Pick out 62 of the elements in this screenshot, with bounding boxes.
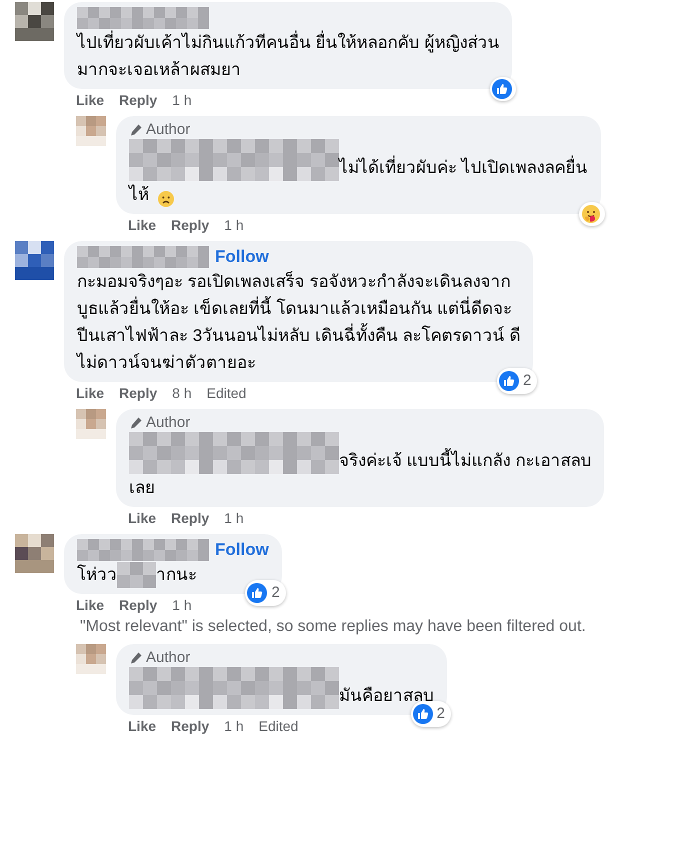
thumbs-up-icon (499, 370, 520, 391)
timestamp[interactable]: 1 h (224, 510, 244, 527)
comment-text: ไม่ได้เที่ยวผับค่ะ ไปเปิดเพลงลคยื่น (339, 154, 588, 181)
filter-notice: "Most relevant" is selected, so some replies may have been filtered out. (79, 617, 587, 637)
like-link[interactable]: Like (128, 217, 156, 234)
reaction-badge[interactable] (578, 202, 605, 226)
reaction-badge[interactable]: 2 (245, 580, 286, 606)
pixelated-avatar (76, 409, 106, 439)
comment-text: ากนะ (156, 564, 197, 586)
comment-text: ไม่ดาวน์จนฆ่าตัวตายอะ (77, 352, 256, 374)
badge-label: Author (146, 649, 190, 667)
reaction-count: 2 (523, 370, 532, 390)
pixelated-redaction (117, 562, 156, 588)
reply-link[interactable]: Reply (119, 385, 158, 402)
badge-label: Author (146, 121, 190, 139)
comment-text: ไปเที่ยวผับเค้าไม่กินแก้วทีคนอื่น ยื่นให้หลอกคับ ผู้หญิงส่วน (77, 29, 500, 56)
like-link[interactable]: Like (76, 385, 104, 402)
sad-emoji-icon (157, 190, 175, 208)
timestamp[interactable]: 1 h (172, 597, 192, 614)
edited-label: Edited (206, 385, 246, 402)
comment-text: ไห้ (129, 184, 149, 206)
pixelated-avatar (76, 116, 106, 146)
timestamp[interactable]: 1 h (224, 718, 244, 735)
timestamp[interactable]: 8 h (172, 385, 192, 402)
reply-link[interactable]: Reply (171, 718, 210, 735)
edited-label: Edited (258, 718, 298, 735)
timestamp[interactable]: 1 h (172, 92, 192, 109)
comment-text: บูธแล้วยื่นให้อะ เข็ดเลยที่นี้ โดนมาแล้วเหมือนกัน แต่นี่ดีดจะ (77, 295, 512, 322)
thumbs-up-icon (492, 79, 512, 99)
pixelated-avatar (76, 644, 106, 674)
pencil-icon (129, 123, 143, 137)
timestamp[interactable]: 1 h (224, 217, 244, 234)
badge-label: Author (146, 414, 190, 432)
reaction-badge[interactable] (490, 77, 516, 101)
reaction-badge[interactable]: 2 (497, 368, 538, 394)
comment-text: โห่วว (77, 564, 117, 586)
pixelated-avatar (15, 241, 54, 280)
comment-text: มากจะเจอเหล้าผสมยา (77, 59, 241, 81)
reaction-count: 2 (271, 582, 281, 602)
pencil-icon (129, 651, 143, 665)
like-link[interactable]: Like (128, 510, 156, 527)
reply-link[interactable]: Reply (119, 92, 158, 109)
comment-text: กะมอมจริงๆอะ รอเปิดเพลงเสร็จ รอจังหวะกำลังจะเดินลงจาก (77, 270, 510, 293)
reaction-count: 2 (436, 704, 446, 724)
pixelated-avatar (15, 534, 54, 573)
comment-text: เลย (129, 477, 155, 499)
comment-text: จริงค่ะเจ้ แบบนี้ไม่แกลัง กะเอาสลบ (339, 447, 592, 474)
reply-link[interactable]: Reply (171, 510, 210, 527)
reply-link[interactable]: Reply (119, 597, 158, 614)
thumbs-up-icon (412, 704, 433, 724)
like-link[interactable]: Like (128, 718, 156, 735)
like-link[interactable]: Like (76, 92, 104, 109)
follow-link[interactable]: Follow (215, 244, 269, 270)
reply-link[interactable]: Reply (171, 217, 210, 234)
like-link[interactable]: Like (76, 597, 104, 614)
comment-text: ปีนเสาไฟฟ้าละ 3วันนอนไม่หลับ เดินฉี่ทั้งคืน ละโคตรดาวน์ ดี (77, 322, 520, 349)
hugging-emoji-icon (580, 204, 601, 224)
thumbs-up-icon (247, 582, 268, 603)
pixelated-avatar (15, 2, 54, 41)
pencil-icon (129, 416, 143, 430)
follow-link[interactable]: Follow (215, 537, 269, 563)
reaction-badge[interactable]: 2 (410, 700, 451, 727)
